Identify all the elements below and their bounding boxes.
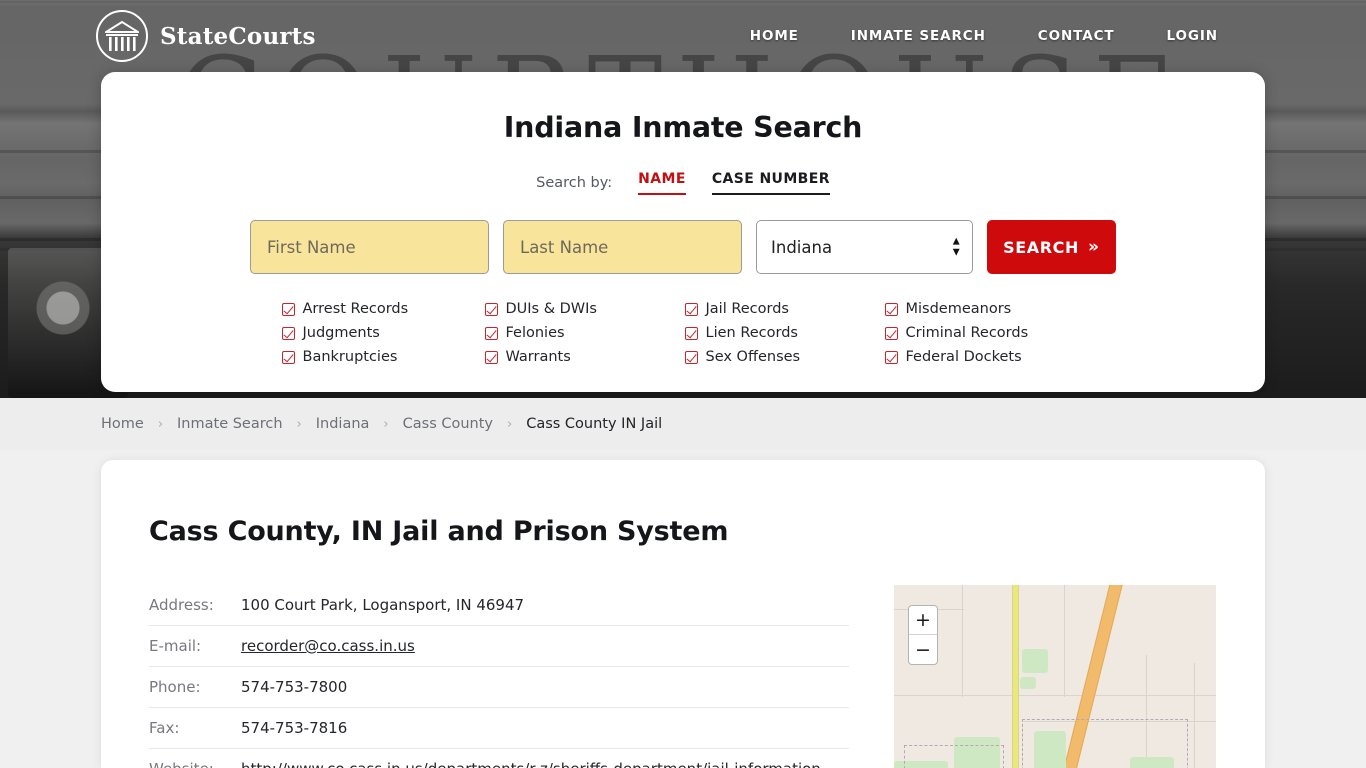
first-name-input[interactable] — [250, 220, 489, 274]
map-zoom-in-button[interactable]: + — [909, 606, 937, 635]
checkbox-label: DUIs & DWIs — [505, 301, 597, 317]
content-card: Cass County, IN Jail and Prison System A… — [101, 460, 1265, 768]
checkbox-checked-icon — [684, 302, 698, 316]
search-card-title: Indiana Inmate Search — [503, 111, 863, 144]
checkbox-item[interactable]: Jail Records — [684, 301, 885, 317]
checkbox-item[interactable]: DUIs & DWIs — [484, 301, 685, 317]
checkbox-checked-icon — [684, 326, 698, 340]
location-map[interactable]: + − — [894, 585, 1216, 768]
chevron-right-icon: › — [296, 416, 302, 432]
search-button[interactable]: SEARCH » — [986, 220, 1116, 274]
checkbox-item[interactable]: Misdemeanors — [884, 301, 1085, 317]
checkbox-checked-icon — [484, 350, 498, 364]
breadcrumb-item-home[interactable]: Home — [101, 416, 144, 432]
nav-item-inmate-search[interactable]: INMATE SEARCH — [851, 28, 986, 44]
search-by-label: Search by: — [536, 175, 613, 191]
checkbox-item[interactable]: Federal Dockets — [884, 349, 1085, 365]
brand-name: StateCourts — [160, 22, 316, 50]
search-by-row: Search by: NAME CASE NUMBER — [101, 171, 1265, 195]
checkbox-label: Sex Offenses — [705, 349, 801, 365]
map-zoom-controls: + − — [908, 605, 938, 665]
checkbox-item[interactable]: Criminal Records — [884, 325, 1085, 341]
table-row: Website: http://www.co.cass.in.us/depart… — [149, 748, 849, 768]
checkbox-label: Bankruptcies — [302, 349, 398, 365]
brand-logo[interactable]: StateCourts — [96, 10, 316, 62]
double-chevron-right-icon: » — [1087, 237, 1100, 257]
checkbox-checked-icon — [281, 326, 295, 340]
checkbox-label: Federal Dockets — [905, 349, 1022, 365]
checkbox-checked-icon — [281, 350, 295, 364]
hero-header: COURTHOUSE StateCourts HOME INMATE SEARC — [0, 0, 1366, 398]
checkbox-item[interactable]: Sex Offenses — [684, 349, 885, 365]
checkbox-label: Criminal Records — [905, 325, 1029, 341]
page-title: Cass County, IN Jail and Prison System — [149, 516, 729, 547]
checkbox-item[interactable]: Judgments — [281, 325, 485, 341]
table-row: Fax: 574-753-7816 — [149, 707, 849, 749]
detail-value-phone: 574-753-7800 — [241, 666, 849, 708]
state-select-wrapper: Indiana ▲ ▼ — [756, 220, 973, 274]
checkbox-checked-icon — [484, 326, 498, 340]
table-row: Phone: 574-753-7800 — [149, 666, 849, 708]
breadcrumb-item-indiana[interactable]: Indiana — [316, 416, 370, 432]
checkbox-checked-icon — [884, 350, 898, 364]
checkbox-item[interactable]: Felonies — [484, 325, 685, 341]
checkbox-checked-icon — [281, 302, 295, 316]
table-row: E-mail: recorder@co.cass.in.us — [149, 625, 849, 667]
detail-key: Fax: — [149, 707, 241, 749]
detail-key: Address: — [149, 585, 241, 626]
checkbox-checked-icon — [484, 302, 498, 316]
checkbox-item[interactable]: Bankruptcies — [281, 349, 485, 365]
checkbox-label: Misdemeanors — [905, 301, 1012, 317]
breadcrumb-item-current: Cass County IN Jail — [526, 416, 663, 432]
checkbox-checked-icon — [684, 350, 698, 364]
chevron-right-icon: › — [157, 416, 164, 432]
inmate-search-card: Indiana Inmate Search Search by: NAME CA… — [101, 72, 1265, 392]
checkbox-item[interactable]: Arrest Records — [281, 301, 485, 317]
breadcrumb: Home › Inmate Search › Indiana › Cass Co… — [0, 398, 1366, 450]
main-navigation: HOME INMATE SEARCH CONTACT LOGIN — [750, 28, 1218, 44]
website-link[interactable]: http://www.co.cass.in.us/departments/r-z… — [241, 760, 821, 768]
email-link[interactable]: recorder@co.cass.in.us — [241, 637, 415, 655]
checkbox-label: Judgments — [302, 325, 380, 341]
top-bar: StateCourts HOME INMATE SEARCH CONTACT L… — [0, 0, 1366, 72]
detail-value-fax: 574-753-7816 — [241, 707, 849, 749]
last-name-input[interactable] — [503, 220, 742, 274]
checkbox-label: Felonies — [505, 325, 565, 341]
checkbox-item[interactable]: Lien Records — [684, 325, 885, 341]
tab-name[interactable]: NAME — [638, 171, 686, 195]
map-zoom-out-button[interactable]: − — [909, 635, 937, 664]
chevron-right-icon: › — [507, 416, 513, 432]
nav-item-home[interactable]: HOME — [750, 28, 799, 44]
courthouse-circle-icon — [96, 10, 148, 62]
checkbox-checked-icon — [884, 302, 898, 316]
content-body: Address: 100 Court Park, Logansport, IN … — [101, 547, 1265, 768]
checkbox-item[interactable]: Warrants — [484, 349, 685, 365]
detail-key: E-mail: — [149, 625, 241, 667]
facility-details-table: Address: 100 Court Park, Logansport, IN … — [149, 585, 849, 768]
table-row: Address: 100 Court Park, Logansport, IN … — [149, 585, 849, 626]
map-road-yellow — [1012, 585, 1019, 768]
checkbox-label: Jail Records — [705, 301, 789, 317]
nav-item-contact[interactable]: CONTACT — [1038, 28, 1115, 44]
breadcrumb-item-cass-county[interactable]: Cass County — [403, 416, 493, 432]
detail-key: Website: — [149, 748, 241, 768]
tab-case-number[interactable]: CASE NUMBER — [711, 171, 830, 195]
checkbox-label: Arrest Records — [302, 301, 409, 317]
state-select[interactable]: Indiana — [756, 220, 973, 274]
detail-value-email: recorder@co.cass.in.us — [241, 625, 849, 667]
detail-value-website: http://www.co.cass.in.us/departments/r-z… — [241, 748, 849, 768]
checkbox-checked-icon — [884, 326, 898, 340]
checkbox-label: Warrants — [505, 349, 571, 365]
breadcrumb-item-inmate-search[interactable]: Inmate Search — [177, 416, 283, 432]
search-form: Indiana ▲▼ SEARCH » — [101, 220, 1265, 274]
nav-item-login[interactable]: LOGIN — [1167, 28, 1219, 44]
checkbox-label: Lien Records — [705, 325, 798, 341]
chevron-right-icon: › — [383, 416, 389, 432]
detail-key: Phone: — [149, 666, 241, 708]
search-button-label: SEARCH — [1003, 237, 1079, 257]
record-type-checklist: Arrest Records DUIs & DWIs Jail Records … — [101, 301, 1265, 365]
detail-value-address: 100 Court Park, Logansport, IN 46947 — [241, 585, 849, 626]
